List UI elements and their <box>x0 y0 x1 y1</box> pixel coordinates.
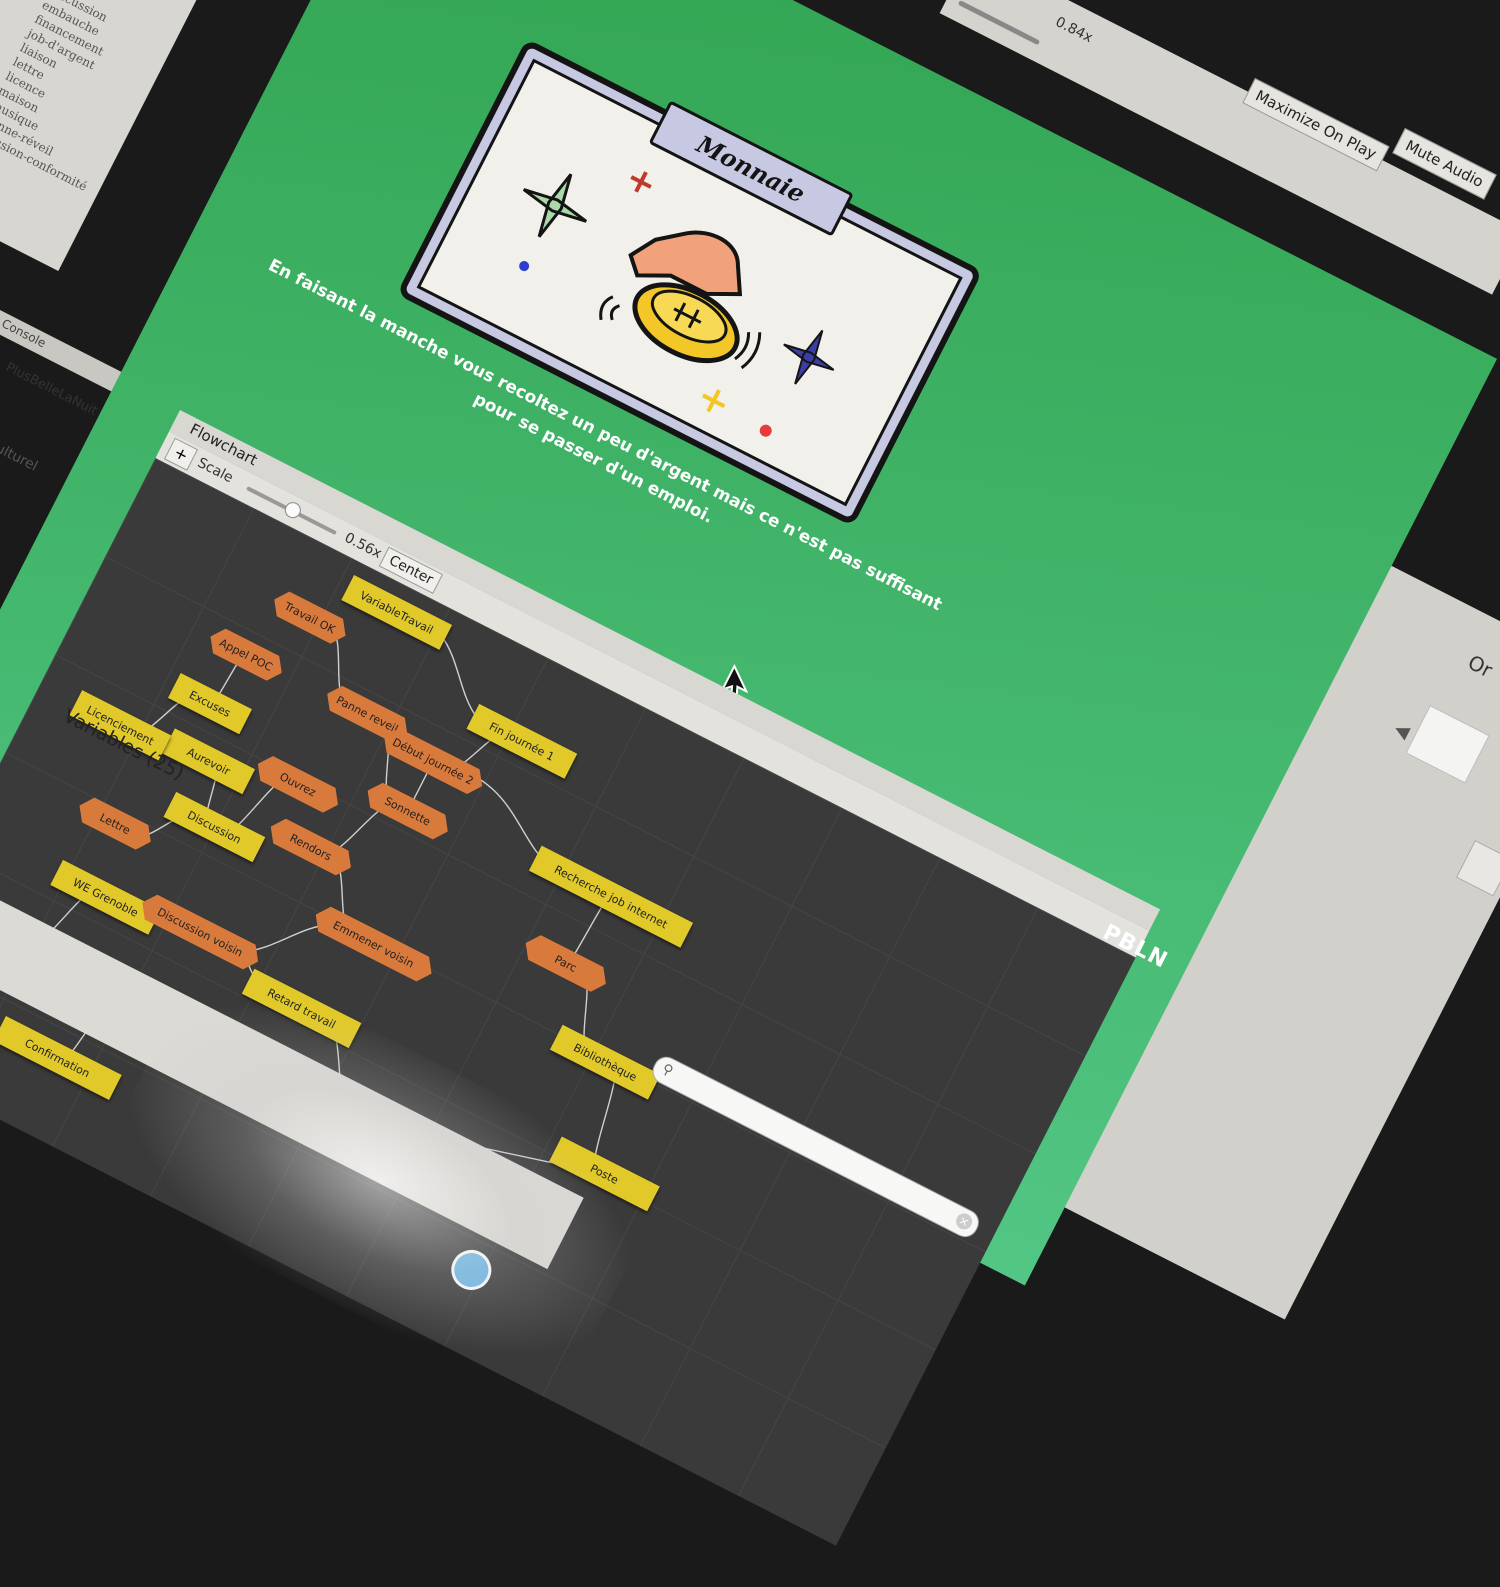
project-panel: cafécapital-culturelculture-légitimeconc… <box>0 0 211 272</box>
search-icon: ⚲ <box>659 1060 676 1080</box>
dot-red-icon <box>759 424 772 437</box>
sparkle-green-icon <box>522 173 588 238</box>
side-label: ulturel <box>0 440 41 475</box>
console-tab-label: Console <box>0 316 49 351</box>
sparkle-blue-icon <box>783 329 835 385</box>
item-card: Monnaie <box>396 38 983 527</box>
sparkle-yellow-icon <box>702 389 726 413</box>
plus-red-icon <box>630 171 652 193</box>
project-file-list: cafécapital-culturelculture-légitimeconc… <box>0 0 210 201</box>
dot-blue-icon <box>519 261 530 272</box>
clear-search-icon[interactable]: × <box>953 1210 975 1233</box>
